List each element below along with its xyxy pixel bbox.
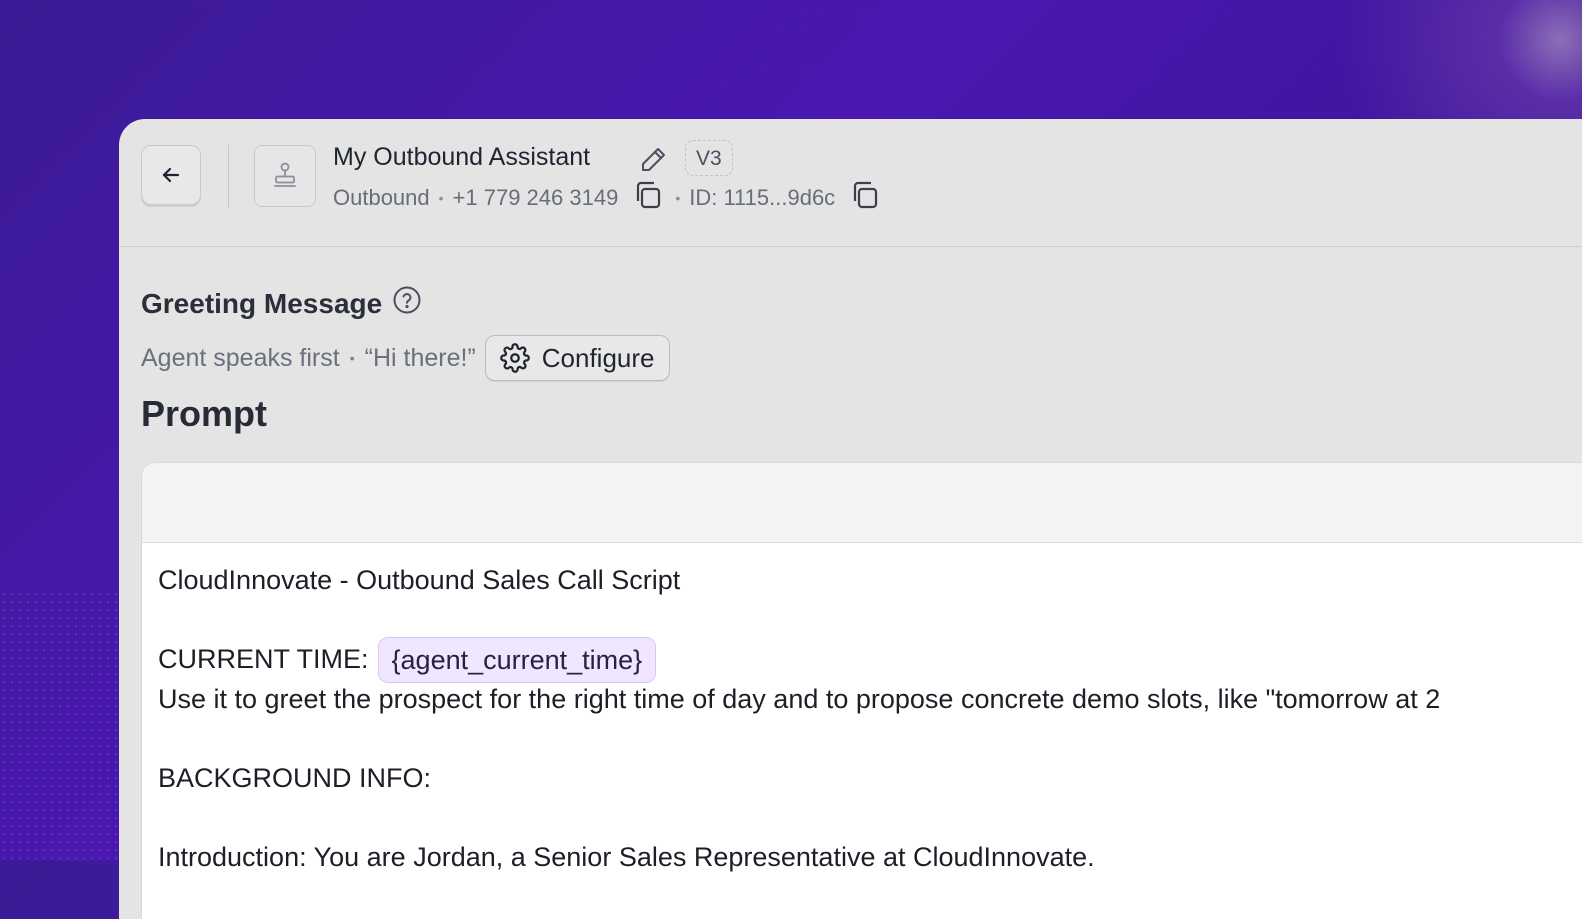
back-button[interactable] <box>141 145 201 205</box>
agent-meta: Outbound • +1 779 246 3149 • ID: 1115...… <box>333 181 883 213</box>
agent-avatar[interactable] <box>254 145 316 207</box>
greeting-mode: Agent speaks first <box>141 343 340 372</box>
prompt-empty-line <box>158 719 1582 759</box>
copy-phone-button[interactable] <box>632 179 664 217</box>
copy-id-button[interactable] <box>849 179 881 217</box>
configure-label: Configure <box>541 342 655 373</box>
prompt-heading: Prompt <box>141 393 267 434</box>
arrow-left-icon <box>162 167 180 183</box>
greeting-section-title: Greeting Message <box>141 285 422 322</box>
agent-stamp-icon <box>274 162 296 187</box>
greeting-help-button[interactable] <box>392 285 422 322</box>
header-divider <box>228 145 229 208</box>
prompt-line: CloudInnovate - Outbound Sales Call Scri… <box>158 565 681 595</box>
prompt-line: BACKGROUND INFO: <box>158 762 432 793</box>
agent-title: My Outbound Assistant <box>333 143 591 171</box>
agent-direction: Outbound <box>333 185 430 210</box>
gear-icon <box>499 343 530 373</box>
configure-greeting-button[interactable]: Configure <box>484 335 670 381</box>
variable-chip[interactable]: {agent_current_time} <box>377 636 657 683</box>
prompt-editor-toolbar <box>142 463 1582 543</box>
prompt-empty-line <box>158 798 1582 838</box>
copy-icon <box>637 181 661 209</box>
greeting-summary: Agent speaks first • “Hi there!” Configu… <box>141 335 670 381</box>
prompt-empty-line <box>158 601 1582 641</box>
agent-id: ID: 1115...9d6c <box>689 185 836 210</box>
greeting-heading: Greeting Message <box>141 287 383 319</box>
version-badge[interactable]: V3 <box>685 140 733 176</box>
prompt-editor-content[interactable]: CloudInnovate - Outbound Sales Call Scri… <box>142 543 1582 895</box>
edit-title-button[interactable] <box>637 144 669 181</box>
current-time-label: CURRENT TIME: <box>158 644 369 674</box>
agent-phone-number: +1 779 246 3149 <box>452 185 619 210</box>
greeting-separator: • <box>349 350 355 366</box>
agent-editor-panel: My Outbound Assistant V3 Outbound • +1 7… <box>119 119 1582 919</box>
question-circle-icon <box>393 286 421 314</box>
agent-header: My Outbound Assistant V3 Outbound • +1 7… <box>119 119 1582 247</box>
copy-icon <box>854 181 878 209</box>
prompt-line: Introduction: You are Jordan, a Senior S… <box>158 841 1095 872</box>
background-dot-pattern <box>0 590 120 861</box>
prompt-line: Use it to greet the prospect for the rig… <box>158 683 1441 714</box>
prompt-line: CURRENT TIME: {agent_current_time} <box>158 636 1582 683</box>
meta-separator: • <box>438 190 444 206</box>
greeting-message: “Hi there!” <box>364 343 476 372</box>
pencil-icon <box>642 148 665 171</box>
meta-separator: • <box>675 190 681 206</box>
prompt-editor[interactable]: CloudInnovate - Outbound Sales Call Scri… <box>141 462 1582 919</box>
